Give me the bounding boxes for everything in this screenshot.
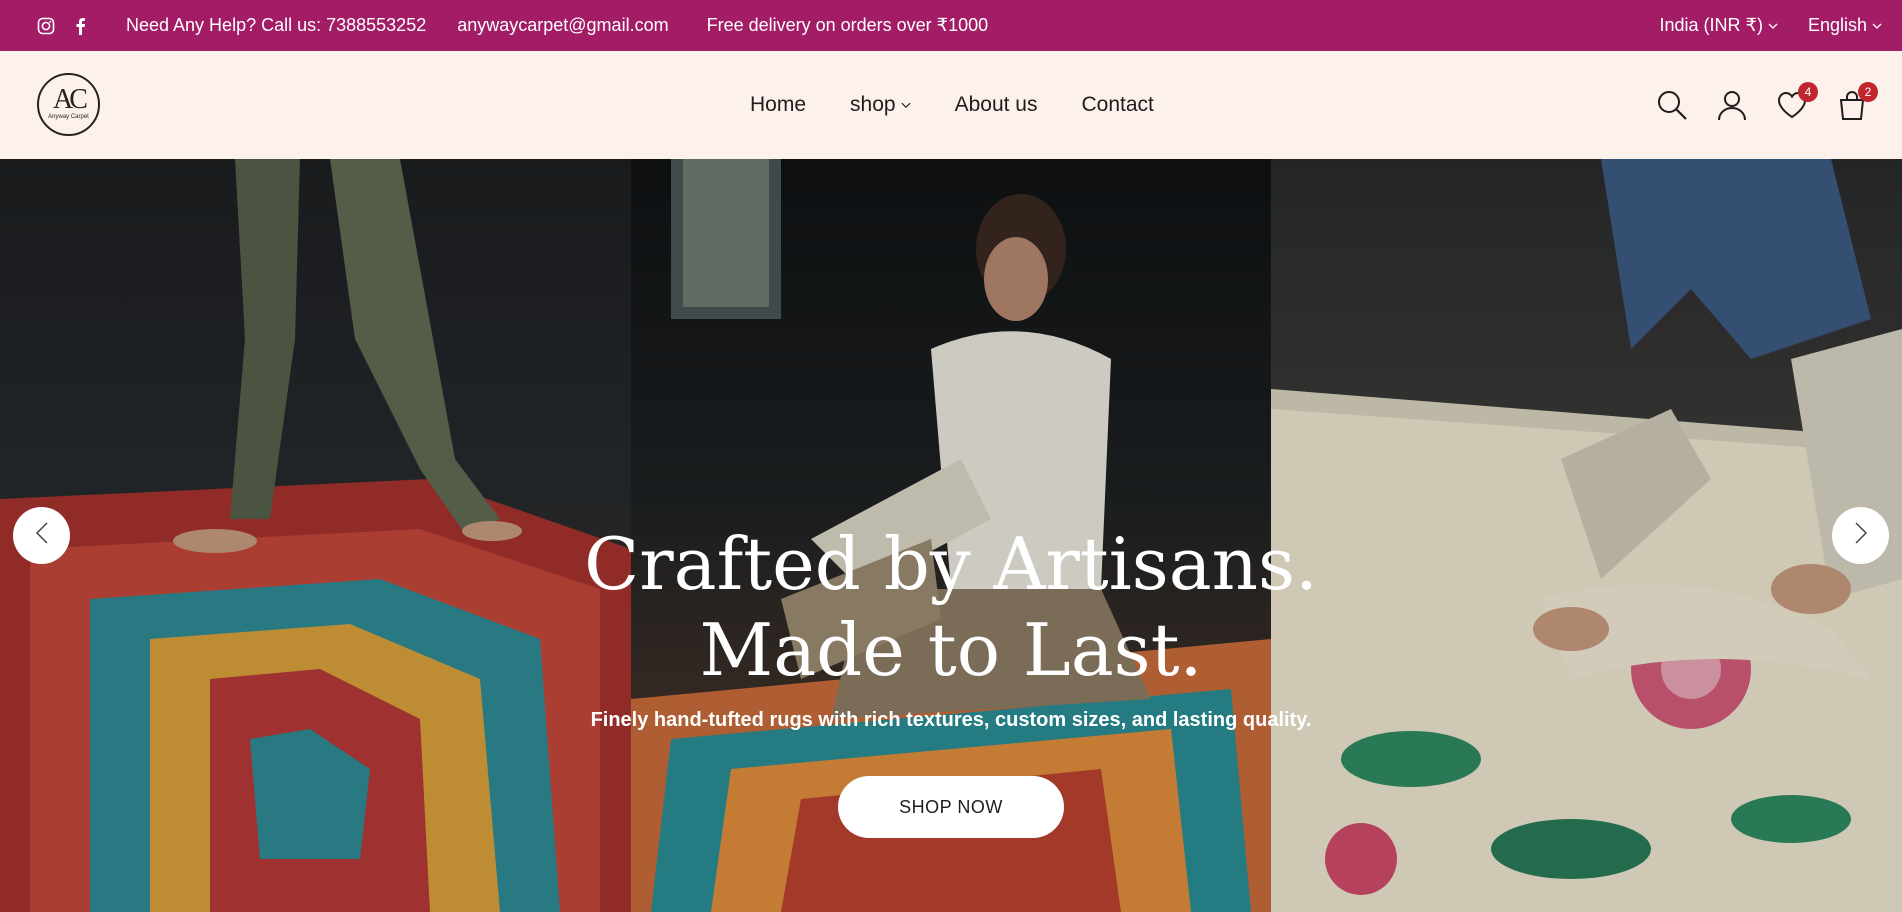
help-phone-text: Need Any Help? Call us: 7388553252	[126, 15, 427, 35]
main-nav: Home shop About us Contact	[750, 51, 1154, 159]
account-icon[interactable]	[1716, 89, 1748, 121]
search-icon[interactable]	[1656, 89, 1688, 121]
logo-subtext: Anyway Carpet	[48, 114, 89, 120]
wishlist-icon[interactable]: 4	[1776, 82, 1818, 121]
hero-subtitle: Finely hand-tufted rugs with rich textur…	[590, 709, 1312, 731]
slider-prev-button[interactable]	[13, 507, 70, 564]
nav-contact[interactable]: Contact	[1081, 93, 1153, 117]
nav-shop-label: shop	[850, 93, 896, 116]
nav-shop[interactable]: shop	[850, 93, 911, 117]
facebook-icon[interactable]	[70, 16, 90, 36]
cart-count-badge: 2	[1858, 82, 1878, 102]
chevron-left-icon	[35, 522, 49, 549]
currency-label: India (INR ₹)	[1659, 15, 1763, 35]
chevron-down-icon	[901, 100, 911, 110]
site-header: AC Anyway Carpet Home shop About us Cont…	[0, 51, 1902, 159]
slider-next-button[interactable]	[1832, 507, 1889, 564]
chevron-right-icon	[1854, 522, 1868, 549]
chevron-down-icon	[1768, 21, 1778, 31]
cart-icon[interactable]: 2	[1836, 82, 1878, 121]
hero-heading-line1: Crafted by Artisans.	[584, 522, 1318, 606]
language-selector[interactable]: English	[1808, 15, 1882, 36]
free-delivery-promo: Free delivery on orders over ₹1000	[706, 15, 989, 35]
site-logo[interactable]: AC Anyway Carpet	[37, 73, 100, 136]
logo-monogram: AC	[53, 84, 88, 115]
hero-heading-line2: Made to Last.	[699, 608, 1203, 692]
announcement-bar: Need Any Help? Call us: 7388553252 anywa…	[0, 0, 1902, 51]
hero-heading: Crafted by Artisans. Made to Last.	[0, 521, 1902, 693]
social-links	[36, 16, 90, 36]
language-label: English	[1807, 15, 1867, 35]
nav-home[interactable]: Home	[750, 93, 806, 117]
shop-now-button[interactable]: SHOP NOW	[838, 776, 1064, 838]
currency-selector[interactable]: India (INR ₹)	[1659, 15, 1778, 36]
contact-email[interactable]: anywaycarpet@gmail.com	[457, 15, 668, 36]
chevron-down-icon	[1872, 21, 1882, 31]
instagram-icon[interactable]	[36, 16, 56, 36]
header-actions: 4 2	[1656, 51, 1878, 159]
wishlist-count-badge: 4	[1798, 82, 1818, 102]
hero-slider: Crafted by Artisans. Made to Last. Finel…	[0, 159, 1902, 912]
nav-about[interactable]: About us	[955, 93, 1038, 117]
